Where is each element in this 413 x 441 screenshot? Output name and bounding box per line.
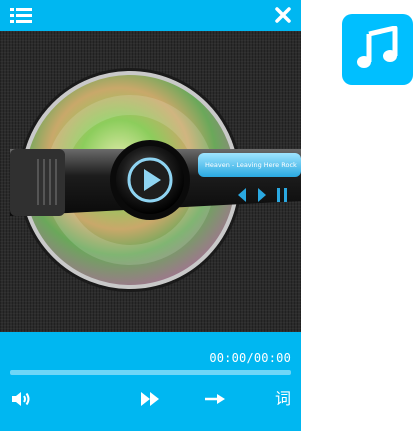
playback-controls: 00:00/00:00 词 — [0, 332, 301, 431]
music-note-icon[interactable] — [342, 14, 413, 85]
volume-icon[interactable] — [10, 388, 32, 410]
sequential-play-arrow-icon[interactable] — [204, 388, 226, 410]
fast-forward-icon[interactable] — [139, 388, 161, 410]
play-icon[interactable] — [127, 157, 173, 203]
progress-bar[interactable] — [10, 370, 291, 375]
music-player: Heaven - Leaving Here Rock 00:00/00:00 词 — [0, 0, 301, 431]
time-display: 00:00/00:00 — [209, 351, 291, 365]
list-menu-icon[interactable] — [10, 7, 32, 24]
album-art: Heaven - Leaving Here Rock — [0, 31, 301, 332]
album-art-text: Heaven - Leaving Here Rock — [205, 161, 297, 169]
lyrics-button[interactable]: 词 — [272, 388, 294, 410]
player-topbar — [0, 0, 301, 31]
close-icon[interactable] — [273, 5, 293, 25]
